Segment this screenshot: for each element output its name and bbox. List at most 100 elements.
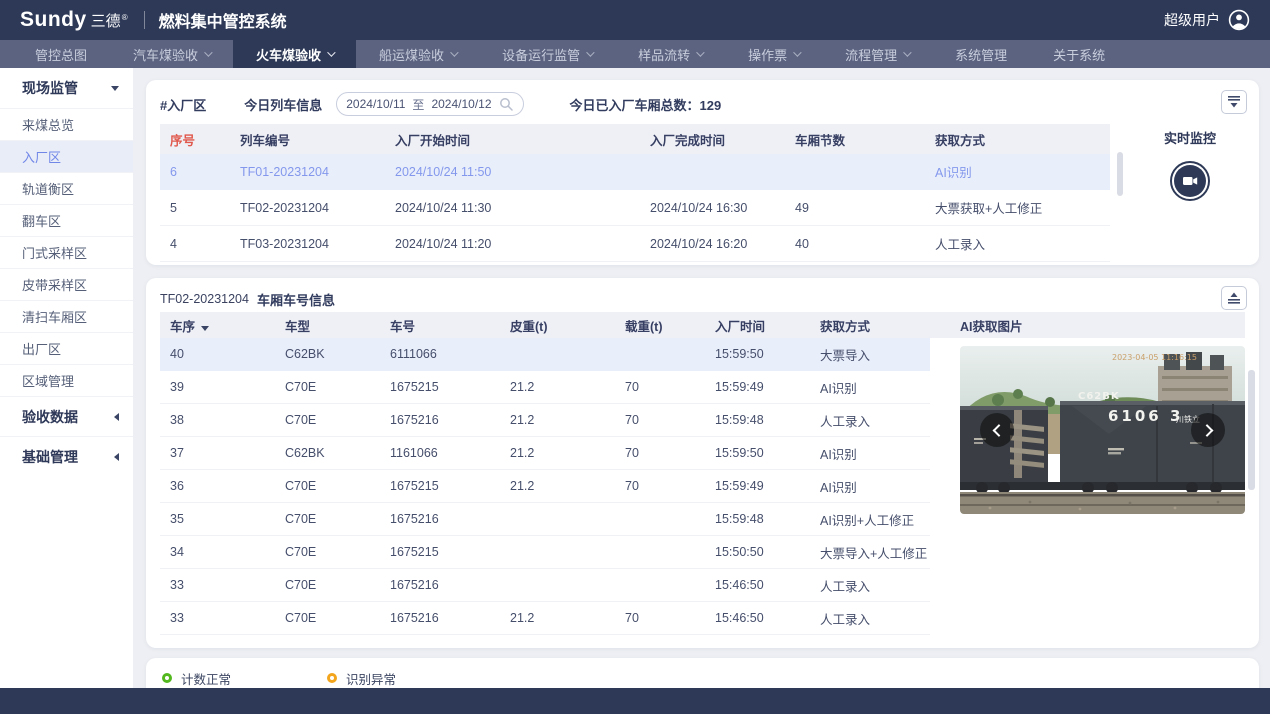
cell-time: 15:46:50 [705,611,810,625]
sidebar-item-dumper-area[interactable]: 翻车区 [0,204,133,236]
search-icon[interactable] [499,97,514,112]
sidebar-section-monitor[interactable]: 现场监管 [0,68,133,108]
main-content: #入厂区 今日列车信息 2024/10/11 至 2024/10/12 今日已入… [133,68,1270,714]
nav-tab-ticket[interactable]: 操作票 [725,40,822,68]
wagon-row[interactable]: 34 C70E 1675215 15:50:50 大票导入+人工修正 [160,536,930,569]
train-row[interactable]: 5 TF02-20231204 2024/10/24 11:30 2024/10… [160,190,1110,226]
cell-type: C70E [275,545,380,559]
wagon-row[interactable]: 37 C62BK 1161066 21.2 70 15:59:50 AI识别 [160,437,930,470]
sidebar-item-gantry-sampling[interactable]: 门式采样区 [0,236,133,268]
sidebar: 现场监管 来煤总览 入厂区 轨道衡区 翻车区 门式采样区 皮带采样区 清扫车厢区… [0,68,133,714]
user-name: 超级用户 [1164,10,1220,30]
cell-seq: 36 [160,479,275,493]
live-monitor: 实时监控 [1145,128,1235,201]
cell-method: 人工录入 [810,576,930,595]
sidebar-section-basic[interactable]: 基础管理 [0,436,133,476]
cell-train-code: TF03-20231204 [230,237,385,251]
nav-tab-overview[interactable]: 管控总图 [12,40,110,68]
user-avatar-icon[interactable] [1228,9,1250,31]
nav-tab-ship-coal[interactable]: 船运煤验收 [356,40,479,68]
cell-seq: 37 [160,446,275,460]
collapse-panel-button[interactable] [1221,90,1247,114]
cell-number: 1675215 [380,545,500,559]
cell-load: 70 [615,446,705,460]
footer-bar [0,688,1270,714]
cell-number: 1675216 [380,611,500,625]
cell-time: 15:59:49 [705,479,810,493]
carousel-prev-button[interactable] [980,413,1014,447]
cell-tare: 21.2 [500,413,615,427]
wagon-table: 40 C62BK 6111066 15:59:50 大票导入 39 C70E 1… [160,338,930,635]
photo-wagon-number: 6106 3 [1108,409,1183,424]
chevron-down-icon [793,48,801,56]
dock-down-icon [1227,95,1241,109]
chevron-right-icon [1200,424,1213,437]
live-monitor-label: 实时监控 [1145,128,1235,147]
chevron-down-icon [450,48,458,56]
cell-method: 人工录入 [810,609,930,628]
nav-tab-truck-coal[interactable]: 汽车煤验收 [110,40,233,68]
train-table-header: 序号 列车编号 入厂开始时间 入厂完成时间 车厢节数 获取方式 [160,124,1110,154]
train-row[interactable]: 4 TF03-20231204 2024/10/24 11:20 2024/10… [160,226,1110,262]
sidebar-item-cleaning-area[interactable]: 清扫车厢区 [0,300,133,332]
cell-type: C70E [275,611,380,625]
cell-seq: 38 [160,413,275,427]
brand-logo: Sundy三德® [20,8,128,32]
wagon-row[interactable]: 35 C70E 1675216 15:59:48 AI识别+人工修正 [160,503,930,536]
entry-area-panel: #入厂区 今日列车信息 2024/10/11 至 2024/10/12 今日已入… [146,80,1259,265]
cell-seq: 4 [160,237,230,251]
nav-tab-train-coal[interactable]: 火车煤验收 [233,40,356,68]
divider [144,11,145,29]
sidebar-item-exit-area[interactable]: 出厂区 [0,332,133,364]
sidebar-item-coal-overview[interactable]: 来煤总览 [0,108,133,140]
cell-time: 15:59:50 [705,446,810,460]
cell-number: 6111066 [380,347,500,361]
wagon-row[interactable]: 38 C70E 1675216 21.2 70 15:59:48 人工录入 [160,404,930,437]
cell-load: 70 [615,479,705,493]
cell-method: 大票导入 [810,345,930,364]
legend-count-normal: 计数正常 [162,669,231,688]
wagon-row[interactable]: 40 C62BK 6111066 15:59:50 大票导入 [160,338,930,371]
table-scrollbar[interactable] [1117,152,1123,196]
cell-seq: 6 [160,165,230,179]
nav-tab-sample-flow[interactable]: 样品流转 [615,40,725,68]
sort-descending-icon[interactable] [201,326,209,331]
sidebar-item-region-mgmt[interactable]: 区域管理 [0,364,133,396]
cell-wagon-count: 40 [785,237,925,251]
wagon-row[interactable]: 33 C70E 1675216 21.2 70 15:46:50 人工录入 [160,602,930,635]
sidebar-item-entry-area[interactable]: 入厂区 [0,140,133,172]
panel-scrollbar[interactable] [1248,370,1255,490]
cell-tare: 21.2 [500,479,615,493]
sidebar-section-acceptance[interactable]: 验收数据 [0,396,133,436]
video-monitor-button[interactable] [1170,161,1210,201]
cell-type: C70E [275,479,380,493]
nav-tab-process[interactable]: 流程管理 [822,40,932,68]
chevron-down-icon [204,48,212,56]
expand-panel-button[interactable] [1221,286,1247,310]
cell-method: 人工录入 [810,411,930,430]
nav-tab-about[interactable]: 关于系统 [1030,40,1128,68]
chevron-down-icon [327,48,335,56]
cell-seq: 34 [160,545,275,559]
date-from-input[interactable]: 2024/10/11 [346,97,405,111]
wagon-table-header: 车序 车型 车号 皮重(t) 载重(t) 入厂时间 获取方式 AI获取图片 [160,312,1245,338]
nav-tab-equipment[interactable]: 设备运行监管 [479,40,615,68]
nav-tab-system[interactable]: 系统管理 [932,40,1030,68]
carousel-next-button[interactable] [1191,413,1225,447]
sidebar-item-rail-scale-area[interactable]: 轨道衡区 [0,172,133,204]
wagon-row[interactable]: 33 C70E 1675216 15:46:50 人工录入 [160,569,930,602]
wagon-row[interactable]: 39 C70E 1675215 21.2 70 15:59:49 AI识别 [160,371,930,404]
train-row[interactable]: 6 TF01-20231204 2024/10/24 11:50 AI识别 [160,154,1110,190]
cell-time: 15:59:48 [705,413,810,427]
cell-time: 15:59:49 [705,380,810,394]
user-menu[interactable]: 超级用户 [1164,9,1250,31]
ai-image-column-header: AI获取图片 [952,316,1245,335]
cell-type: C62BK [275,446,380,460]
date-range-picker[interactable]: 2024/10/11 至 2024/10/12 [336,92,523,116]
cell-tare: 21.2 [500,380,615,394]
wagon-row[interactable]: 36 C70E 1675215 21.2 70 15:59:49 AI识别 [160,470,930,503]
cell-method: AI识别 [810,378,930,397]
cell-number: 1675216 [380,578,500,592]
sidebar-item-belt-sampling[interactable]: 皮带采样区 [0,268,133,300]
date-to-input[interactable]: 2024/10/12 [431,97,491,111]
